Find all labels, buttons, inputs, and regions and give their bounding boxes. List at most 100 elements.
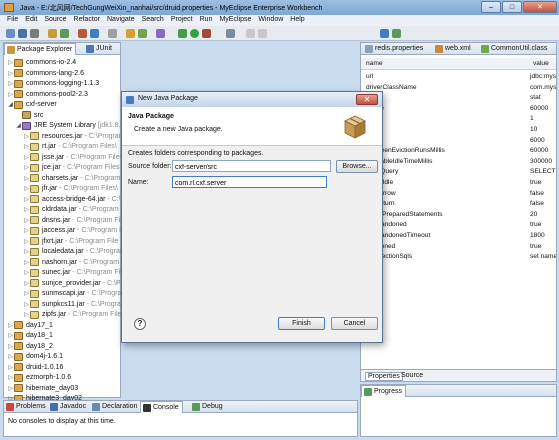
new-icon[interactable]	[6, 29, 15, 38]
tab-commonutil-class[interactable]: CommonUtil.class	[479, 43, 550, 55]
tree-item[interactable]: ▷ hibernate_day03	[7, 383, 80, 394]
menu-project[interactable]: Project	[171, 16, 193, 26]
tree-expander-icon[interactable]: ▷	[7, 353, 14, 360]
table-row[interactable]: ationQuerySELECT 1	[361, 168, 556, 178]
menu-window[interactable]: Window	[258, 16, 283, 26]
menu-source[interactable]: Source	[44, 16, 66, 26]
table-row[interactable]: driverClassName com.mysql.jd	[361, 84, 556, 94]
table-row[interactable]: bandonedtrue	[361, 243, 556, 253]
tree-expander-icon[interactable]: ▷	[23, 290, 30, 297]
dialog-close-button[interactable]: ✕	[356, 94, 378, 105]
tree-expander-icon[interactable]: ▷	[7, 322, 14, 329]
tree-item[interactable]: ◢ cxf-server	[7, 99, 59, 110]
tree-expander-icon[interactable]: ▷	[7, 332, 14, 339]
tree-item[interactable]: ▷ day18_2	[7, 341, 55, 352]
tab-problems[interactable]: Problems	[4, 401, 49, 413]
run-icon[interactable]	[190, 29, 199, 38]
tree-item[interactable]: ▷ commons-io-2.4	[7, 57, 78, 68]
tree-expander-icon[interactable]: ▷	[7, 80, 14, 87]
tab-web-xml[interactable]: web.xml	[433, 43, 474, 55]
table-row[interactable]: OnBorrowfalse	[361, 190, 556, 200]
tree-item[interactable]: ▷ access-bridge-64.jar - C:\Pro	[23, 194, 132, 205]
tree-expander-icon[interactable]: ▷	[23, 217, 30, 224]
tree-item[interactable]: ▷ jfxrt.jar - C:\Program File	[23, 236, 118, 247]
interface-icon[interactable]	[156, 29, 165, 38]
tree-expander-icon[interactable]: ▷	[23, 196, 30, 203]
tree-item[interactable]: ▷ druid-1.0.16	[7, 362, 65, 373]
tree-expander-icon[interactable]: ▷	[23, 301, 30, 308]
save-icon[interactable]	[18, 29, 27, 38]
menu-help[interactable]: Help	[290, 16, 304, 26]
tree-item[interactable]: ▷ dom4j-1.6.1	[7, 351, 65, 362]
tree-item[interactable]: ▷ zipfs.jar - C:\Program Files\	[23, 309, 127, 320]
tree-item[interactable]: ▷ nashorn.jar - C:\Program Fi	[23, 257, 127, 268]
tab-package-explorer[interactable]: Package Explorer	[4, 43, 77, 55]
menu-refactor[interactable]: Refactor	[74, 16, 100, 26]
tree-expander-icon[interactable]: ◢	[7, 101, 14, 108]
tree-expander-icon[interactable]: ▷	[7, 343, 14, 350]
back-icon[interactable]	[246, 29, 255, 38]
tree-item[interactable]: ▷ sunmscapi.jar - C:\Program	[23, 288, 127, 299]
column-header-value[interactable]: value	[533, 60, 549, 67]
tree-item[interactable]: ▷ commons-pool2-2.3	[7, 89, 90, 100]
tree-expander-icon[interactable]: ▷	[7, 374, 14, 381]
tree-expander-icon[interactable]: ▷	[7, 364, 14, 371]
tree-item[interactable]: ▷ jaccess.jar - C:\Program Fil	[23, 225, 126, 236]
tree-expander-icon[interactable]: ▷	[7, 91, 14, 98]
tree-item[interactable]: ▷ day18_1	[7, 330, 55, 341]
tree-expander-icon[interactable]: ▷	[23, 206, 30, 213]
tree-expander-icon[interactable]: ▷	[23, 154, 30, 161]
menu-search[interactable]: Search	[142, 16, 164, 26]
table-row[interactable]: stat	[361, 94, 556, 104]
tab-console[interactable]: Console	[140, 401, 183, 413]
table-row[interactable]: ConnectionSqlsset names utf	[361, 253, 556, 263]
build-icon[interactable]	[60, 29, 69, 38]
tree-expander-icon[interactable]: ▷	[23, 227, 30, 234]
tree-expander-icon[interactable]: ▷	[23, 259, 30, 266]
tree-expander-icon[interactable]: ▷	[23, 311, 30, 318]
tab-javadoc[interactable]: Javadoc	[48, 401, 89, 413]
tree-item[interactable]: ▷ jfr.jar - C:\Program Files\	[23, 183, 118, 194]
tab-junit[interactable]: JUnit	[84, 43, 115, 55]
tree-expander-icon[interactable]: ▷	[7, 70, 14, 77]
tree-expander-icon[interactable]: ◢	[15, 122, 22, 129]
menu-file[interactable]: File	[7, 16, 18, 26]
server-icon[interactable]	[78, 29, 87, 38]
table-row[interactable]: WhileIdletrue	[361, 179, 556, 189]
package-name-field[interactable]	[172, 176, 327, 188]
table-row[interactable]: veAbandoned true	[361, 221, 556, 231]
tree-item[interactable]: ▷ rt.jar - C:\Program Files\	[23, 141, 117, 152]
maximize-button[interactable]: □	[502, 1, 522, 13]
table-row[interactable]: Active60000	[361, 105, 556, 115]
table-row[interactable]: EvictableIdleTimeMillis 300000	[361, 158, 556, 168]
help-button[interactable]: ?	[134, 318, 146, 330]
source-folder-field[interactable]	[172, 160, 331, 172]
minimize-button[interactable]: –	[481, 1, 501, 13]
tab-progress[interactable]: Progress	[361, 385, 407, 397]
tree-item[interactable]: ▷ dnsns.jar - C:\Program File	[23, 215, 126, 226]
browser-icon[interactable]	[108, 29, 117, 38]
tree-item[interactable]: ▷ localedata.jar - C:\Program	[23, 246, 126, 257]
tree-expander-icon[interactable]: ▷	[23, 269, 30, 276]
package-icon[interactable]	[126, 29, 135, 38]
forward-icon[interactable]	[258, 29, 267, 38]
table-row[interactable]: veAbandonedTimeout 1800	[361, 232, 556, 242]
tree-expander-icon[interactable]: ▷	[23, 143, 30, 150]
tree-item[interactable]: ▷ sunpkcs11.jar - C:\Program	[23, 299, 127, 310]
tree-item[interactable]: src	[15, 110, 45, 121]
tree-item[interactable]: ▷ jsse.jar - C:\Program Files	[23, 152, 123, 163]
table-row[interactable]: le10	[361, 126, 556, 136]
tree-expander-icon[interactable]: ▷	[23, 238, 30, 245]
finish-button[interactable]: Finish	[278, 317, 325, 330]
table-row[interactable]: BetweenEvictionRunsMillis 60000	[361, 147, 556, 157]
table-row[interactable]: Size1	[361, 115, 556, 125]
tree-expander-icon[interactable]: ▷	[23, 175, 30, 182]
debug-icon[interactable]	[178, 29, 187, 38]
search-icon[interactable]	[226, 29, 235, 38]
tree-expander-icon[interactable]: ▷	[7, 59, 14, 66]
close-button[interactable]: ✕	[523, 1, 557, 13]
tree-item[interactable]: ▷ ezmorph-1.0.6	[7, 372, 73, 383]
tree-expander-icon[interactable]: ▷	[23, 248, 30, 255]
tree-expander-icon[interactable]: ▷	[23, 185, 30, 192]
perspective-debug-icon[interactable]	[392, 29, 401, 38]
